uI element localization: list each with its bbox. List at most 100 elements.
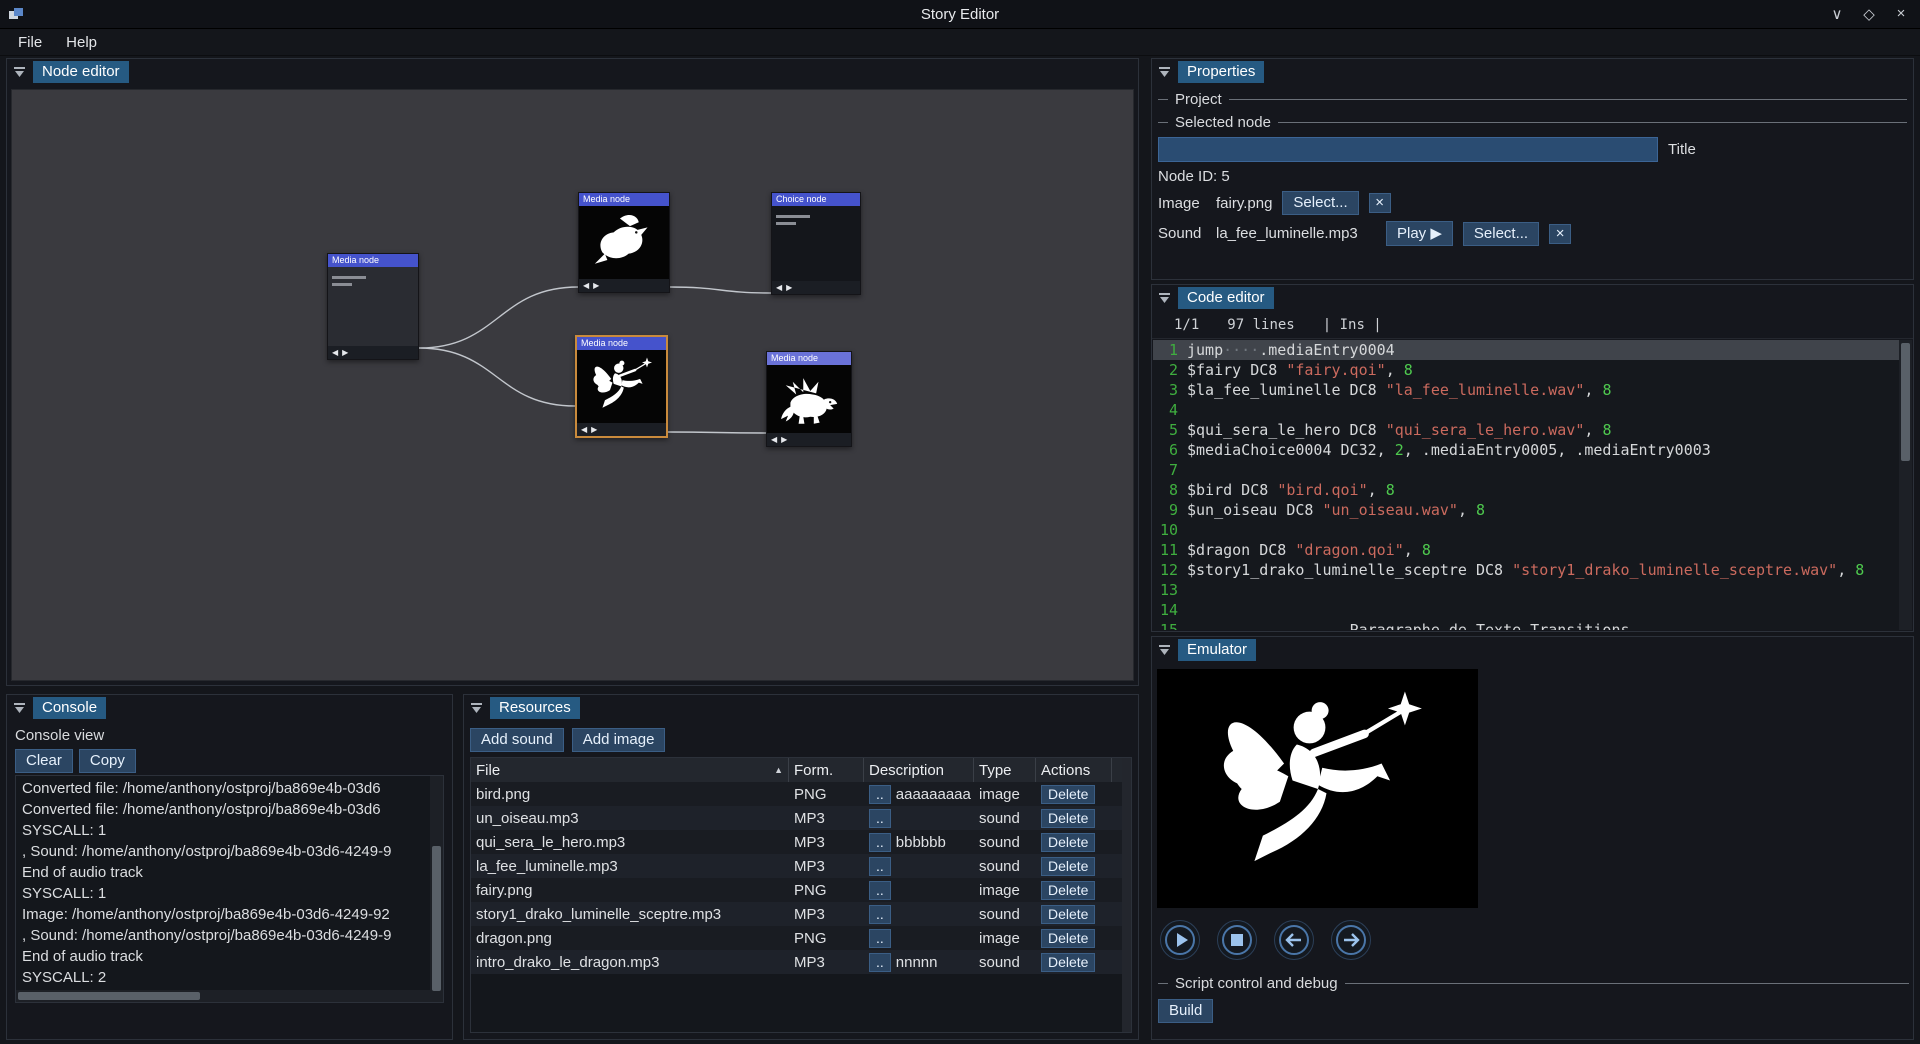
close-button[interactable]: ×: [1892, 5, 1910, 23]
vertical-scrollbar[interactable]: [1899, 340, 1912, 630]
code-line[interactable]: 10: [1153, 520, 1912, 540]
edit-description-button[interactable]: ..: [869, 809, 891, 828]
vertical-scrollbar[interactable]: [430, 776, 443, 1002]
node-controls[interactable]: ◀ ▶: [577, 423, 666, 436]
column-type[interactable]: Type: [974, 758, 1036, 782]
graph-node[interactable]: Media node◀ ▶: [578, 192, 670, 293]
collapse-icon[interactable]: [470, 703, 483, 714]
edit-description-button[interactable]: ..: [869, 857, 891, 876]
code-line[interactable]: 5$qui_sera_le_hero DC8 "qui_sera_le_hero…: [1153, 420, 1912, 440]
column-format[interactable]: Form.: [789, 758, 864, 782]
column-file[interactable]: File ▲: [471, 758, 789, 782]
horizontal-scrollbar[interactable]: [16, 990, 430, 1002]
code-line[interactable]: 14: [1153, 600, 1912, 620]
table-row[interactable]: dragon.pngPNG..imageDelete: [471, 926, 1131, 950]
graph-node[interactable]: Choice node ◀ ▶: [771, 192, 861, 295]
step-forward-button[interactable]: [1331, 920, 1371, 960]
delete-button[interactable]: Delete: [1041, 905, 1095, 924]
table-row[interactable]: la_fee_luminelle.mp3MP3..soundDelete: [471, 854, 1131, 878]
table-row[interactable]: story1_drako_luminelle_sceptre.mp3MP3..s…: [471, 902, 1131, 926]
scrollbar-thumb[interactable]: [432, 846, 441, 991]
minimize-button[interactable]: ∨: [1828, 5, 1846, 23]
code-line[interactable]: 4: [1153, 400, 1912, 420]
node-controls[interactable]: ◀ ▶: [328, 346, 418, 359]
add-sound-button[interactable]: Add sound: [470, 728, 564, 752]
table-row[interactable]: qui_sera_le_hero.mp3MP3..bbbbbbsoundDele…: [471, 830, 1131, 854]
code-area[interactable]: 1jump····.mediaEntry00042$fairy DC8 "fai…: [1153, 340, 1912, 630]
graph-node[interactable]: Media node ◀ ▶: [327, 253, 419, 360]
next-icon[interactable]: ▶: [786, 281, 792, 294]
delete-button[interactable]: Delete: [1041, 881, 1095, 900]
column-description[interactable]: Description: [864, 758, 974, 782]
table-row[interactable]: un_oiseau.mp3MP3..soundDelete: [471, 806, 1131, 830]
build-button[interactable]: Build: [1158, 999, 1213, 1023]
delete-button[interactable]: Delete: [1041, 785, 1095, 804]
code-line[interactable]: 13: [1153, 580, 1912, 600]
step-back-button[interactable]: [1274, 920, 1314, 960]
delete-button[interactable]: Delete: [1041, 929, 1095, 948]
table-row[interactable]: intro_drako_le_dragon.mp3MP3..nnnnnsound…: [471, 950, 1131, 974]
clear-button[interactable]: Clear: [15, 749, 73, 773]
scrollbar-thumb[interactable]: [18, 992, 200, 1000]
select-sound-button[interactable]: Select...: [1463, 222, 1539, 246]
code-line[interactable]: 9$un_oiseau DC8 "un_oiseau.wav", 8: [1153, 500, 1912, 520]
collapse-icon[interactable]: [1158, 67, 1171, 78]
console-log[interactable]: Converted file: /home/anthony/ostproj/ba…: [15, 775, 444, 1003]
edit-description-button[interactable]: ..: [869, 905, 891, 924]
delete-button[interactable]: Delete: [1041, 857, 1095, 876]
code-line[interactable]: 1jump····.mediaEntry0004: [1153, 340, 1912, 360]
clear-image-button[interactable]: ×: [1369, 193, 1391, 213]
next-icon[interactable]: ▶: [593, 279, 599, 292]
prev-icon[interactable]: ◀: [583, 279, 589, 292]
vertical-scrollbar[interactable]: [1122, 758, 1131, 1032]
play-button[interactable]: [1160, 920, 1200, 960]
graph-node[interactable]: Media node◀ ▶: [766, 351, 852, 447]
code-line[interactable]: 2$fairy DC8 "fairy.qoi", 8: [1153, 360, 1912, 380]
maximize-button[interactable]: ◇: [1860, 5, 1878, 23]
scrollbar-thumb[interactable]: [1901, 343, 1910, 461]
select-image-button[interactable]: Select...: [1282, 191, 1358, 215]
table-row[interactable]: bird.pngPNG..aaaaaaaaaimageDelete: [471, 782, 1131, 806]
next-icon[interactable]: ▶: [781, 433, 787, 446]
edit-description-button[interactable]: ..: [869, 929, 891, 948]
next-icon[interactable]: ▶: [342, 346, 348, 359]
column-actions[interactable]: Actions: [1036, 758, 1112, 782]
prev-icon[interactable]: ◀: [771, 433, 777, 446]
title-input[interactable]: [1158, 137, 1658, 162]
edit-description-button[interactable]: ..: [869, 881, 891, 900]
stop-button[interactable]: [1217, 920, 1257, 960]
code-line[interactable]: 11$dragon DC8 "dragon.qoi", 8: [1153, 540, 1912, 560]
code-line[interactable]: 15 Paragraphe de Texte Transitions: [1153, 620, 1912, 630]
prev-icon[interactable]: ◀: [581, 423, 587, 436]
graph-node[interactable]: Media node◀ ▶: [575, 335, 668, 438]
next-icon[interactable]: ▶: [591, 423, 597, 436]
code-line[interactable]: 12$story1_drako_luminelle_sceptre DC8 "s…: [1153, 560, 1912, 580]
collapse-icon[interactable]: [13, 703, 26, 714]
delete-button[interactable]: Delete: [1041, 833, 1095, 852]
code-line[interactable]: 3$la_fee_luminelle DC8 "la_fee_luminelle…: [1153, 380, 1912, 400]
edit-description-button[interactable]: ..: [869, 785, 891, 804]
copy-button[interactable]: Copy: [79, 749, 136, 773]
node-controls[interactable]: ◀ ▶: [767, 433, 851, 446]
prev-icon[interactable]: ◀: [776, 281, 782, 294]
node-controls[interactable]: ◀ ▶: [579, 279, 669, 292]
edit-description-button[interactable]: ..: [869, 953, 891, 972]
menu-file[interactable]: File: [8, 32, 52, 53]
delete-button[interactable]: Delete: [1041, 809, 1095, 828]
collapse-icon[interactable]: [13, 67, 26, 78]
add-image-button[interactable]: Add image: [572, 728, 666, 752]
edit-description-button[interactable]: ..: [869, 833, 891, 852]
collapse-icon[interactable]: [1158, 645, 1171, 656]
collapse-icon[interactable]: [1158, 293, 1171, 304]
prev-icon[interactable]: ◀: [332, 346, 338, 359]
node-canvas[interactable]: Media node ◀ ▶ Media node◀ ▶ Choice node ◀…: [11, 89, 1134, 681]
clear-sound-button[interactable]: ×: [1549, 224, 1571, 244]
table-row[interactable]: fairy.pngPNG..imageDelete: [471, 878, 1131, 902]
code-line[interactable]: 7: [1153, 460, 1912, 480]
code-line[interactable]: 8$bird DC8 "bird.qoi", 8: [1153, 480, 1912, 500]
menu-help[interactable]: Help: [56, 32, 107, 53]
play-sound-button[interactable]: Play ▶: [1386, 221, 1453, 246]
node-controls[interactable]: ◀ ▶: [772, 281, 860, 294]
code-line[interactable]: 6$mediaChoice0004 DC32, 2, .mediaEntry00…: [1153, 440, 1912, 460]
delete-button[interactable]: Delete: [1041, 953, 1095, 972]
